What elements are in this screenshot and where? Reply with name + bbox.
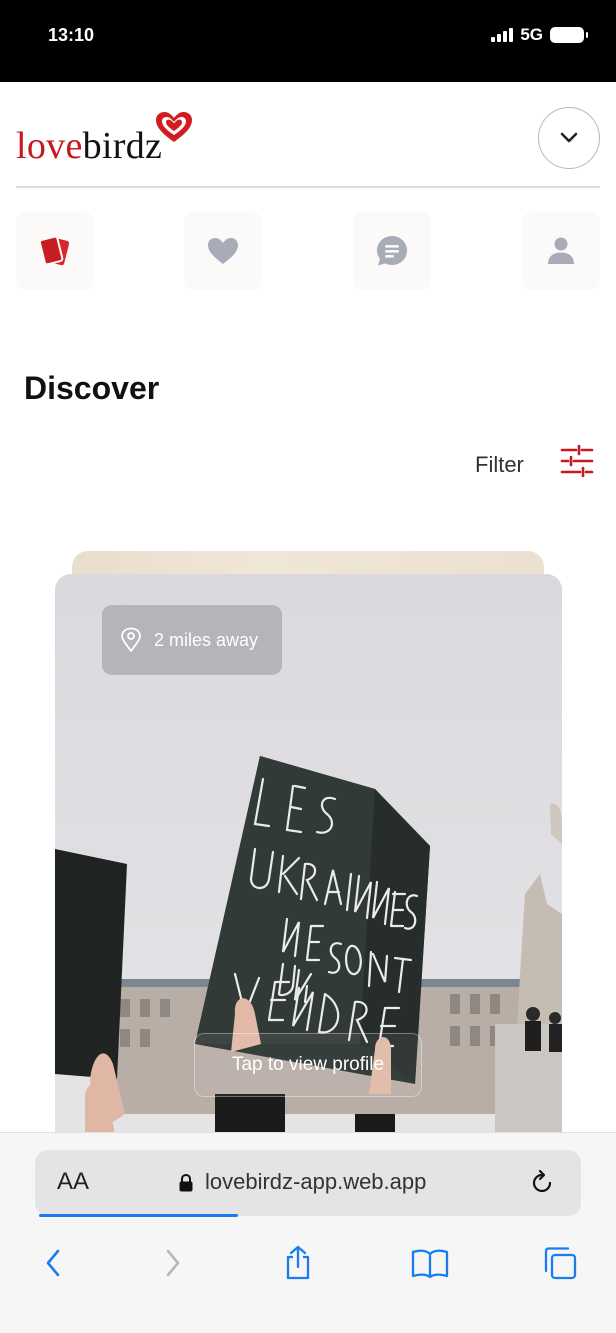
sliders-icon <box>560 445 594 477</box>
chevron-down-icon <box>560 132 578 143</box>
heart-logo-icon <box>156 112 192 142</box>
heart-icon <box>208 238 238 264</box>
user-icon <box>548 237 574 264</box>
browser-toolbar <box>0 1233 616 1293</box>
view-profile-button[interactable]: Tap to view profile <box>194 1033 422 1097</box>
chat-bubble-icon <box>377 236 407 266</box>
reload-icon[interactable] <box>527 1168 557 1198</box>
logo-text-birdz: birdz <box>82 125 163 167</box>
address-bar[interactable]: AA lovebirdz-app.web.app <box>35 1150 581 1216</box>
battery-icon <box>550 27 588 43</box>
aa-label: AA <box>57 1168 90 1195</box>
tabs-icon <box>544 1247 577 1280</box>
page-load-progress <box>39 1214 238 1217</box>
profile-card[interactable]: 2 miles away Tap to view profile <box>55 574 562 1194</box>
status-time: 13:10 <box>48 25 95 45</box>
lovebirdz-logo[interactable]: lovebirdz <box>16 110 196 170</box>
lock-icon <box>179 1173 193 1192</box>
forward-button[interactable] <box>153 1243 193 1283</box>
back-button[interactable] <box>33 1243 73 1283</box>
distance-badge: 2 miles away <box>102 605 282 675</box>
page-title: Discover <box>24 370 160 406</box>
back-icon <box>46 1249 60 1277</box>
nav-tab-likes[interactable] <box>184 212 262 290</box>
status-bar: 13:10 5G <box>0 0 616 82</box>
nav-tab-cards[interactable] <box>16 212 94 290</box>
app-screen: 13:10 5G lovebirdz Discover Filter 2 mil… <box>0 0 616 1333</box>
forward-icon <box>166 1249 180 1277</box>
nav-tab-profile[interactable] <box>522 212 600 290</box>
location-pin-icon <box>121 627 141 653</box>
reader-aa-button[interactable]: AA <box>57 1168 89 1196</box>
main-nav <box>16 212 600 290</box>
filter-button[interactable] <box>546 430 608 492</box>
status-indicators: 5G <box>491 25 588 45</box>
cards-icon <box>38 235 70 266</box>
share-icon <box>286 1245 310 1280</box>
tabs-button[interactable] <box>540 1243 580 1283</box>
signal-icon <box>491 28 514 42</box>
view-profile-label: Tap to view profile <box>231 1054 385 1075</box>
bookmarks-button[interactable] <box>410 1243 450 1283</box>
logo-text-love: love <box>16 125 83 167</box>
url-text: lovebirdz-app.web.app <box>205 1169 427 1194</box>
share-button[interactable] <box>278 1243 318 1283</box>
browser-chrome: AA lovebirdz-app.web.app <box>0 1132 616 1333</box>
filter-label[interactable]: Filter <box>475 452 524 478</box>
nav-tab-messages[interactable] <box>353 212 431 290</box>
distance-text: 2 miles away <box>154 629 259 650</box>
network-label: 5G <box>520 25 543 44</box>
bookmarks-icon <box>411 1249 449 1279</box>
header-divider <box>16 186 600 188</box>
menu-dropdown-button[interactable] <box>538 107 600 169</box>
